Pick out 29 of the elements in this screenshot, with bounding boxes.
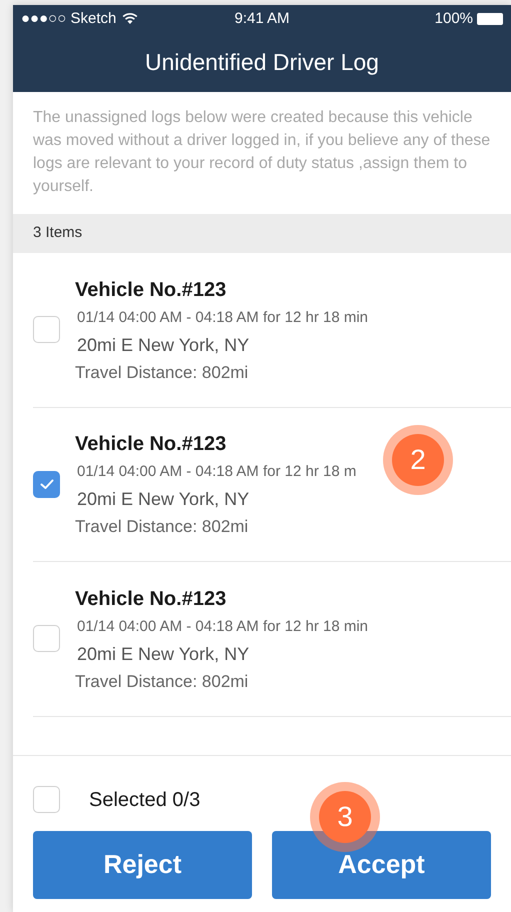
checkmark-icon xyxy=(40,478,54,490)
location-text: 20mi E New York, NY xyxy=(77,334,250,357)
item-count: 3 Items xyxy=(33,223,82,244)
time-range: 01/14 04:00 AM - 04:18 AM for 12 hr 18 min xyxy=(77,308,368,328)
location-text: 20mi E New York, NY xyxy=(77,642,250,666)
accept-button[interactable]: Accept xyxy=(272,830,491,898)
clock-label: 9:41 AM xyxy=(233,8,291,29)
distance-text: Travel Distance: 802mi xyxy=(75,362,250,384)
checkbox[interactable] xyxy=(33,786,60,813)
checkbox[interactable] xyxy=(33,625,60,652)
step-number: 2 xyxy=(410,443,426,477)
screen-title: Unidentified Driver Log xyxy=(145,48,379,78)
selected-count: Selected 0/3 xyxy=(89,788,200,812)
time-range: 01/14 04:00 AM - 04:18 AM for 12 hr 18 min xyxy=(77,616,368,637)
vehicle-title: Vehicle No.#123 xyxy=(75,432,228,458)
location-text: 20mi E New York, NY xyxy=(77,488,250,512)
checkbox[interactable] xyxy=(33,316,60,344)
carrier-label: ●●●○○ Sketch xyxy=(21,8,116,29)
vehicle-title: Vehicle No.#123 xyxy=(75,278,228,303)
reject-button[interactable]: Reject xyxy=(33,830,252,898)
vehicle-title: Vehicle No.#123 xyxy=(75,586,228,612)
battery-icon xyxy=(477,13,504,25)
time-range: 01/14 04:00 AM - 04:18 AM for 12 hr 18 m xyxy=(77,462,356,482)
distance-text: Travel Distance: 802mi xyxy=(75,516,250,538)
wifi-icon xyxy=(122,13,138,25)
notice-text: The unassigned logs below were created because this vehicle was moved without a driver logged in, if you believe any of these logs are relevant to your record of duty status ,assign them to yourself. xyxy=(32,108,492,197)
checkbox[interactable] xyxy=(33,470,60,498)
distance-text: Travel Distance: 802mi xyxy=(75,670,250,693)
battery-label: 100% xyxy=(434,8,474,29)
